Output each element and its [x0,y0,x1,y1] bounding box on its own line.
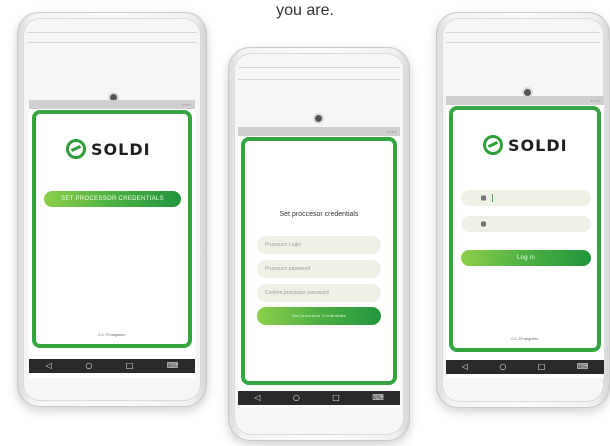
phone-center-band [238,79,400,80]
soldi-logo-icon [483,135,503,155]
brand-name: SOLDI [508,135,568,155]
keyboard-icon[interactable]: ⌨ [372,391,384,405]
processor-password-input[interactable]: Processor password [257,260,381,278]
lock-icon [481,221,486,227]
phone-left-band [27,42,197,43]
processor-login-input[interactable]: Processor Login [257,236,381,254]
back-icon[interactable]: ◁ [254,391,260,405]
login-button[interactable]: Log in [461,250,591,266]
username-input[interactable] [461,190,591,206]
app-card: Set proccesor credentials Processor Logi… [241,137,397,385]
android-navbar: ◁ ○ □ ⌨ [29,359,195,373]
phone-left: ▪ ▪ ▪ ▪ SOLDI SET PROCESSOR CREDENTIALS … [17,12,207,407]
text-caret [492,194,493,202]
app-card: SOLDI SET PROCESSOR CREDENTIALS 0.1.79 a… [32,110,192,348]
status-bar: ▪ ▪ ▪ ▪ [238,127,400,136]
phone-left-band [27,32,197,33]
home-icon[interactable]: ○ [499,360,506,374]
soldi-logo-icon [66,139,86,159]
phone-right-band [446,32,600,33]
confirm-password-input[interactable]: Confirm processor password [257,284,381,302]
status-bar: ▪ ▪ ▪ ▪ [446,96,604,105]
camera-icon [524,89,531,96]
phone-center: ▪ ▪ ▪ ▪ Set proccesor credentials Proces… [228,47,410,441]
password-input[interactable] [461,216,591,232]
app-card: SOLDI Log in 0.1.79 aegistec [449,106,601,352]
camera-icon [315,115,322,122]
android-navbar: ◁ ○ □ ⌨ [238,391,400,405]
back-icon[interactable]: ◁ [462,360,468,374]
phone-center-screen: ▪ ▪ ▪ ▪ Set proccesor credentials Proces… [238,127,400,407]
set-processor-credentials-button[interactable]: SET PROCESSOR CREDENTIALS [44,191,181,207]
screenshot-canvas: { "caption": "you are.", "phone1": { "br… [0,0,610,446]
recents-icon[interactable]: □ [538,360,546,374]
soldi-logo: SOLDI [66,139,151,159]
recents-icon[interactable]: □ [126,359,134,373]
phone-center-band [238,67,400,68]
soldi-logo: SOLDI [483,135,568,155]
version-label: 0.1.79 aegistec [511,336,539,341]
home-icon[interactable]: ○ [85,359,92,373]
status-bar: ▪ ▪ ▪ ▪ [29,100,195,109]
brand-name: SOLDI [91,139,151,159]
set-processor-credentials-button[interactable]: Set processor Credentials [257,307,381,325]
home-icon[interactable]: ○ [293,391,300,405]
recents-icon[interactable]: □ [332,391,340,405]
version-label: 0.1.79 aegistec [98,332,126,337]
keyboard-icon[interactable]: ⌨ [167,359,179,373]
page-title: Set proccesor credentials [279,211,359,218]
android-navbar: ◁ ○ □ ⌨ [446,360,604,374]
phone-right-band [446,42,600,43]
back-icon[interactable]: ◁ [46,359,52,373]
phone-right: ▪ ▪ ▪ ▪ SOLDI Log in 0.1.79 aegistec ◁ ○… [436,12,610,408]
user-icon [481,195,486,201]
keyboard-icon[interactable]: ⌨ [577,360,589,374]
phone-right-screen: ▪ ▪ ▪ ▪ SOLDI Log in 0.1.79 aegistec ◁ ○… [446,96,604,378]
phone-left-screen: ▪ ▪ ▪ ▪ SOLDI SET PROCESSOR CREDENTIALS … [29,100,195,378]
